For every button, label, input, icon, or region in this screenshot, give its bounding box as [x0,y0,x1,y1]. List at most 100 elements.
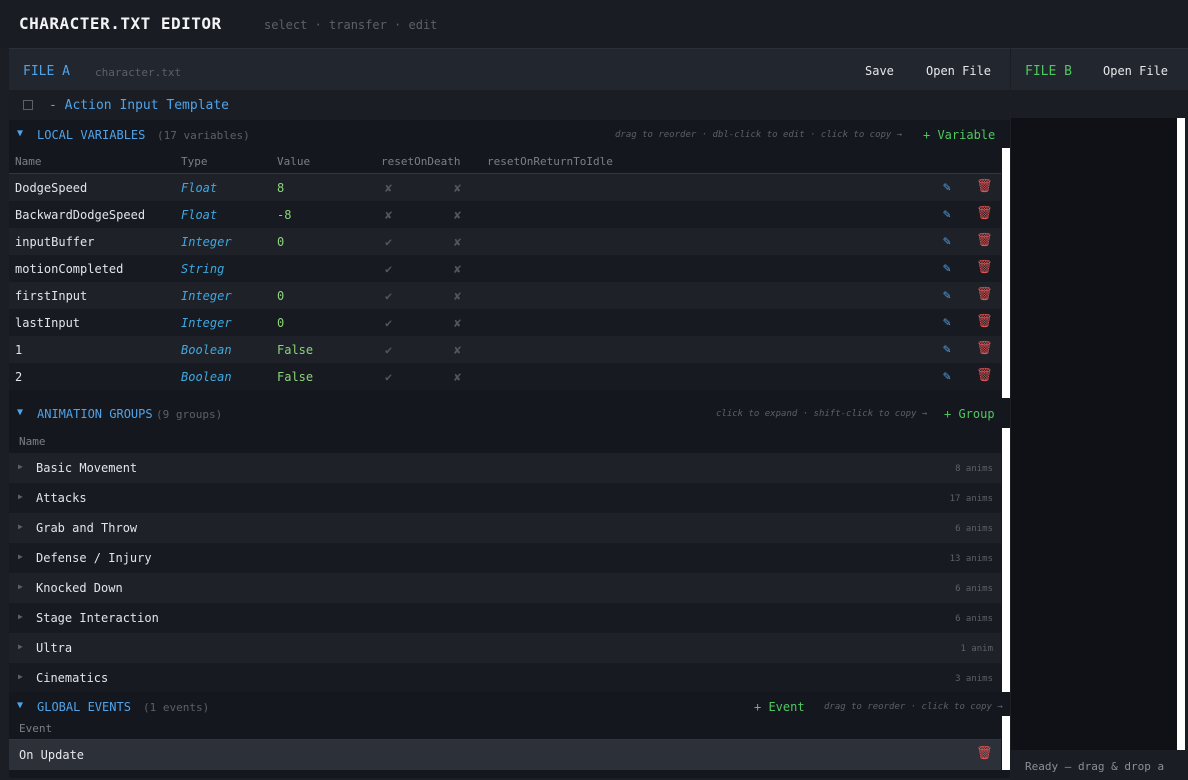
file-b-pane: FILE B Open File Ready — drag & drop a [1011,48,1188,780]
col-reset-on-return-to-idle[interactable]: resetOnReturnToIdle [487,155,613,168]
group-name: Grab and Throw [36,521,138,535]
animation-groups-header[interactable]: ▼ ANIMATION GROUPS (9 groups) click to e… [9,398,1010,428]
collapse-triangle-icon[interactable]: ▼ [17,407,23,418]
list-item[interactable]: ▶ Cinematics 3 anims [9,663,1001,693]
variable-type: Integer [181,316,232,330]
file-a-filename: character.txt [95,66,182,79]
variables-column-header: Name Type Value resetOnDeath resetOnRetu… [9,148,1001,174]
open-file-a-button[interactable]: Open File [926,64,991,78]
collapse-triangle-icon[interactable]: ▼ [17,128,23,139]
pencil-icon[interactable]: ✎ [943,342,951,357]
list-item[interactable]: ▶ Stage Interaction 6 anims [9,603,1001,633]
template-title[interactable]: - Action Input Template [49,98,229,113]
animation-groups-hint: click to expand · shift-click to copy → [716,409,928,419]
trash-icon[interactable]: 🗑 [976,206,993,221]
trash-icon[interactable]: 🗑 [976,179,993,194]
reset-on-return-to-idle-check[interactable]: ✘ [454,343,461,357]
expand-triangle-icon[interactable]: ▶ [18,672,23,681]
col-type[interactable]: Type [181,155,208,168]
trash-icon[interactable]: 🗑 [976,341,993,356]
reset-on-return-to-idle-check[interactable]: ✘ [454,289,461,303]
trash-icon[interactable]: 🗑 [976,287,993,302]
col-event[interactable]: Event [19,722,52,735]
table-row[interactable]: BackwardDodgeSpeed Float -8 ✘ ✘ ✎ 🗑 [9,201,1001,228]
table-row[interactable]: motionCompleted String ✔ ✘ ✎ 🗑 [9,255,1001,282]
add-group-button[interactable]: + Group [944,407,995,421]
reset-on-death-check[interactable]: ✘ [385,208,392,222]
open-file-b-button[interactable]: Open File [1103,64,1168,78]
reset-on-return-to-idle-check[interactable]: ✘ [454,370,461,384]
variable-type: Float [181,181,218,195]
reset-on-death-check[interactable]: ✔ [385,235,392,249]
pencil-icon[interactable]: ✎ [943,234,951,249]
add-event-button[interactable]: + Event [754,700,805,714]
group-anim-count: 8 anims [955,464,993,474]
col-value[interactable]: Value [277,155,310,168]
reset-on-death-check[interactable]: ✔ [385,262,392,276]
trash-icon[interactable]: 🗑 [976,233,993,248]
file-a-pane: FILE A character.txt Save Open File - Ac… [9,48,1010,778]
table-row[interactable]: lastInput Integer 0 ✔ ✘ ✎ 🗑 [9,309,1001,336]
group-anim-count: 3 anims [955,674,993,684]
pencil-icon[interactable]: ✎ [943,288,951,303]
expand-triangle-icon[interactable]: ▶ [18,462,23,471]
pencil-icon[interactable]: ✎ [943,261,951,276]
variable-value: False [277,343,314,357]
pencil-icon[interactable]: ✎ [943,315,951,330]
reset-on-death-check[interactable]: ✔ [385,316,392,330]
reset-on-return-to-idle-check[interactable]: ✘ [454,181,461,195]
reset-on-death-check[interactable]: ✔ [385,343,392,357]
trash-icon[interactable]: 🗑 [976,314,993,329]
reset-on-death-check[interactable]: ✔ [385,289,392,303]
col-name[interactable]: Name [15,155,42,168]
list-item[interactable]: ▶ Basic Movement 8 anims [9,453,1001,483]
list-item[interactable]: ▶ Grab and Throw 6 anims [9,513,1001,543]
template-bar[interactable]: - Action Input Template [9,90,1010,120]
trash-icon[interactable]: 🗑 [976,368,993,383]
list-item[interactable]: ▶ Attacks 17 anims [9,483,1001,513]
expand-triangle-icon[interactable]: ▶ [18,582,23,591]
list-item[interactable]: ▶ Knocked Down 6 anims [9,573,1001,603]
table-row[interactable]: DodgeSpeed Float 8 ✘ ✘ ✎ 🗑 [9,174,1001,201]
reset-on-return-to-idle-check[interactable]: ✘ [454,262,461,276]
animation-groups-count: (9 groups) [156,408,223,421]
reset-on-return-to-idle-check[interactable]: ✘ [454,235,461,249]
reset-on-death-check[interactable]: ✘ [385,181,392,195]
reset-on-return-to-idle-check[interactable]: ✘ [454,316,461,330]
collapse-triangle-icon[interactable]: ▼ [17,700,23,711]
expand-triangle-icon[interactable]: ▶ [18,552,23,561]
events-scrollbar[interactable] [1002,716,1010,770]
expand-triangle-icon[interactable]: ▶ [18,522,23,531]
groups-scrollbar[interactable] [1002,428,1010,692]
variable-value: 0 [277,235,285,249]
file-b-scrollbar[interactable] [1177,118,1185,750]
pencil-icon[interactable]: ✎ [943,369,951,384]
variable-value: 8 [277,181,285,195]
list-item[interactable]: ▶ Ultra 1 anim [9,633,1001,663]
col-group-name[interactable]: Name [19,435,46,448]
expand-triangle-icon[interactable]: ▶ [18,612,23,621]
list-item[interactable]: ▶ Defense / Injury 13 anims [9,543,1001,573]
table-row[interactable]: firstInput Integer 0 ✔ ✘ ✎ 🗑 [9,282,1001,309]
reset-on-return-to-idle-check[interactable]: ✘ [454,208,461,222]
pencil-icon[interactable]: ✎ [943,207,951,222]
variables-scrollbar[interactable] [1002,148,1010,398]
variable-type: Boolean [181,370,232,384]
table-row[interactable]: inputBuffer Integer 0 ✔ ✘ ✎ 🗑 [9,228,1001,255]
reset-on-death-check[interactable]: ✔ [385,370,392,384]
add-variable-button[interactable]: + Variable [923,128,995,142]
expand-triangle-icon[interactable]: ▶ [18,642,23,651]
trash-icon[interactable]: 🗑 [976,746,993,761]
col-reset-on-death[interactable]: resetOnDeath [381,155,460,168]
expand-triangle-icon[interactable]: ▶ [18,492,23,501]
variable-name: 2 [15,370,23,384]
save-button[interactable]: Save [865,64,894,78]
event-row[interactable]: On Update 🗑 [9,740,1001,770]
pencil-icon[interactable]: ✎ [943,180,951,195]
group-anim-count: 6 anims [955,584,993,594]
local-variables-header[interactable]: ▼ LOCAL VARIABLES (17 variables) drag to… [9,120,1010,148]
table-row[interactable]: 2 Boolean False ✔ ✘ ✎ 🗑 [9,363,1001,390]
file-b-drop-area[interactable] [1011,118,1177,750]
table-row[interactable]: 1 Boolean False ✔ ✘ ✎ 🗑 [9,336,1001,363]
trash-icon[interactable]: 🗑 [976,260,993,275]
